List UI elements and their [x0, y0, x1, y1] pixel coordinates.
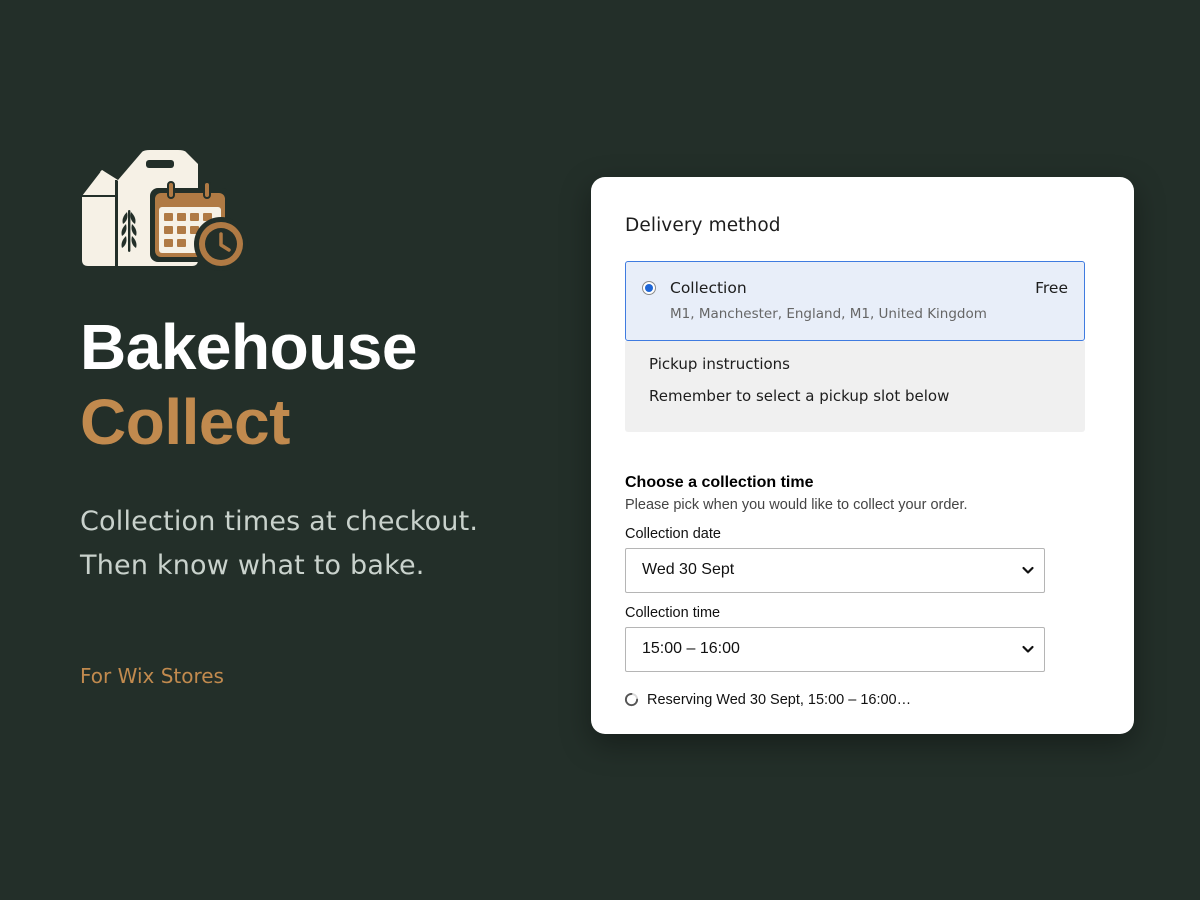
delivery-option-address: M1, Manchester, England, M1, United King…	[670, 306, 987, 322]
collection-time-value: 15:00 – 16:00	[642, 640, 740, 657]
app-title-accent: Collect	[80, 386, 290, 458]
reservation-status-text: Reserving Wed 30 Sept, 15:00 – 16:00…	[647, 692, 912, 708]
collection-time-title: Choose a collection time	[625, 474, 814, 491]
radio-selected-icon[interactable]	[642, 281, 656, 295]
pickup-instructions-text: Remember to select a pickup slot below	[649, 387, 950, 405]
delivery-option-name: Collection	[670, 279, 747, 297]
pickup-instructions-title: Pickup instructions	[649, 355, 790, 373]
collection-date-select[interactable]: Wed 30 Sept	[625, 548, 1045, 593]
app-title: Bakehouse	[80, 311, 417, 383]
pickup-instructions-box: Pickup instructions Remember to select a…	[625, 341, 1085, 432]
tagline-line-2: Then know what to bake.	[80, 550, 425, 581]
chevron-down-icon	[1022, 566, 1034, 574]
collection-time-label: Collection time	[625, 605, 721, 621]
checkout-card: Delivery method Collection Free M1, Manc…	[591, 177, 1134, 734]
delivery-option-collection[interactable]: Collection Free M1, Manchester, England,…	[625, 261, 1085, 341]
chevron-down-icon	[1022, 645, 1034, 653]
collection-date-value: Wed 30 Sept	[642, 561, 735, 578]
collection-time-select[interactable]: 15:00 – 16:00	[625, 627, 1045, 672]
delivery-option-price: Free	[1035, 279, 1068, 297]
loading-spinner-icon	[624, 692, 639, 707]
delivery-method-title: Delivery method	[625, 215, 781, 236]
platform-label: For Wix Stores	[80, 664, 224, 688]
collection-date-label: Collection date	[625, 526, 721, 542]
tagline: Collection times at checkout. Then know …	[80, 500, 478, 588]
collection-time-subtitle: Please pick when you would like to colle…	[625, 497, 968, 513]
tagline-line-1: Collection times at checkout.	[80, 506, 479, 537]
bakery-box-calendar-clock-icon	[82, 150, 248, 271]
